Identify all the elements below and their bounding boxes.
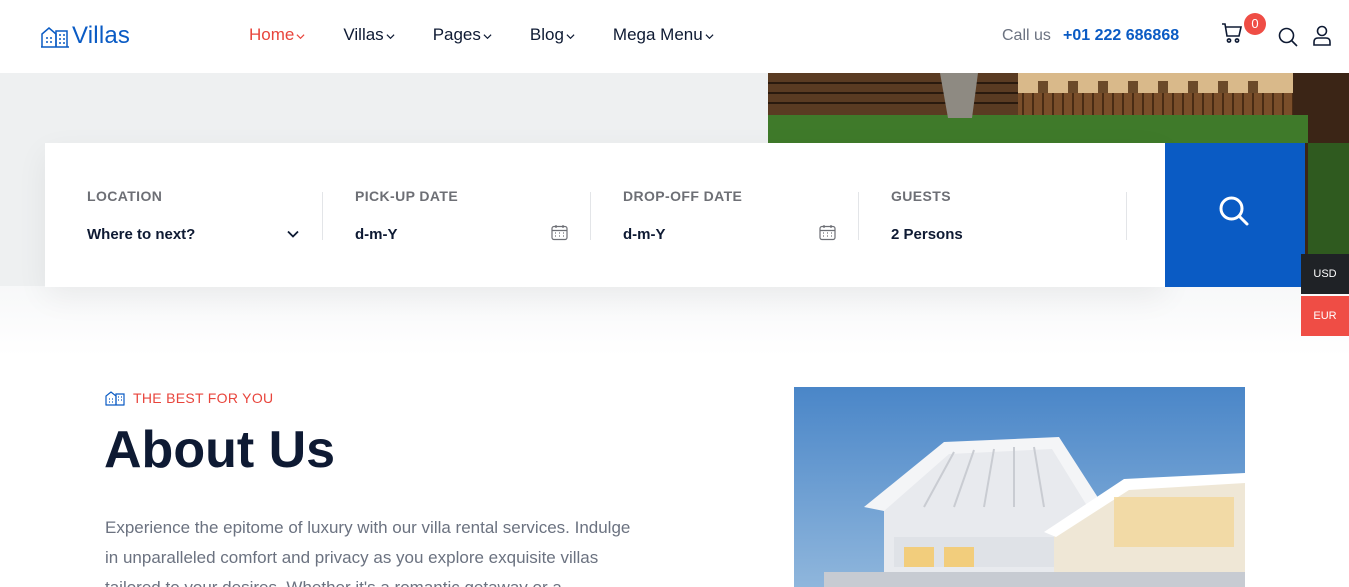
nav-home[interactable]: Home xyxy=(249,25,305,45)
field-divider xyxy=(322,192,323,240)
search-submit-button[interactable] xyxy=(1165,143,1305,287)
calendar-icon[interactable] xyxy=(551,224,568,241)
nav-pages-label: Pages xyxy=(432,25,481,44)
cart-count-badge: 0 xyxy=(1244,13,1266,35)
nav-home-label: Home xyxy=(249,25,295,44)
site-header: Villas Home Villas Pages Blog Mega Menu … xyxy=(0,0,1349,73)
location-select[interactable]: Where to next? xyxy=(87,226,195,243)
building-icon xyxy=(41,27,69,48)
currency-eur-button[interactable]: EUR xyxy=(1301,296,1349,336)
logo[interactable]: Villas xyxy=(40,22,130,50)
guests-label: GUESTS xyxy=(891,188,951,204)
call-label: Call us xyxy=(1002,27,1051,44)
dropoff-date-label: DROP-OFF DATE xyxy=(623,188,743,204)
user-icon[interactable] xyxy=(1312,25,1332,46)
about-villa-image xyxy=(794,387,1245,587)
pickup-date-field[interactable]: PICK-UP DATE d-m-Y xyxy=(355,143,575,287)
about-title: About Us xyxy=(104,421,336,479)
hero-bottom-fade xyxy=(0,286,1349,356)
search-icon xyxy=(1219,196,1249,226)
field-divider xyxy=(590,192,591,240)
pickup-date-label: PICK-UP DATE xyxy=(355,188,459,204)
calendar-icon[interactable] xyxy=(819,224,836,241)
phone-link[interactable]: +01 222 686868 xyxy=(1063,27,1179,45)
dropoff-date-field[interactable]: DROP-OFF DATE d-m-Y xyxy=(623,143,843,287)
dropoff-date-input[interactable]: d-m-Y xyxy=(623,226,666,243)
guests-field[interactable]: GUESTS 2 Persons xyxy=(891,143,1111,287)
main-nav: Home Villas Pages Blog Mega Menu xyxy=(249,25,752,45)
nav-mega-menu[interactable]: Mega Menu xyxy=(613,25,714,45)
search-icon[interactable] xyxy=(1278,27,1298,47)
chevron-down-icon xyxy=(483,34,492,40)
nav-pages[interactable]: Pages xyxy=(433,25,492,45)
location-field[interactable]: LOCATION Where to next? xyxy=(87,143,307,287)
chevron-down-icon xyxy=(705,34,714,40)
chevron-down-icon[interactable] xyxy=(286,227,300,241)
currency-usd-button[interactable]: USD xyxy=(1301,254,1349,294)
cart-icon[interactable] xyxy=(1221,22,1243,44)
about-tag-text: THE BEST FOR YOU xyxy=(133,389,274,406)
building-icon xyxy=(105,391,125,406)
chevron-down-icon xyxy=(386,34,395,40)
about-tagline: THE BEST FOR YOU xyxy=(105,389,273,406)
nav-mega-menu-label: Mega Menu xyxy=(612,25,703,44)
nav-villas[interactable]: Villas xyxy=(343,25,395,45)
nav-villas-label: Villas xyxy=(343,25,384,44)
nav-blog-label: Blog xyxy=(529,25,564,44)
field-divider xyxy=(1126,192,1127,240)
logo-text: Villas xyxy=(72,22,131,49)
about-description: Experience the epitome of luxury with ou… xyxy=(105,518,631,587)
location-label: LOCATION xyxy=(87,188,163,204)
booking-search-form: LOCATION Where to next? PICK-UP DATE d-m… xyxy=(45,143,1165,287)
chevron-down-icon xyxy=(296,34,305,40)
chevron-down-icon xyxy=(566,34,575,40)
nav-blog[interactable]: Blog xyxy=(530,25,575,45)
pickup-date-input[interactable]: d-m-Y xyxy=(355,226,398,243)
guests-input[interactable]: 2 Persons xyxy=(891,226,963,243)
field-divider xyxy=(858,192,859,240)
